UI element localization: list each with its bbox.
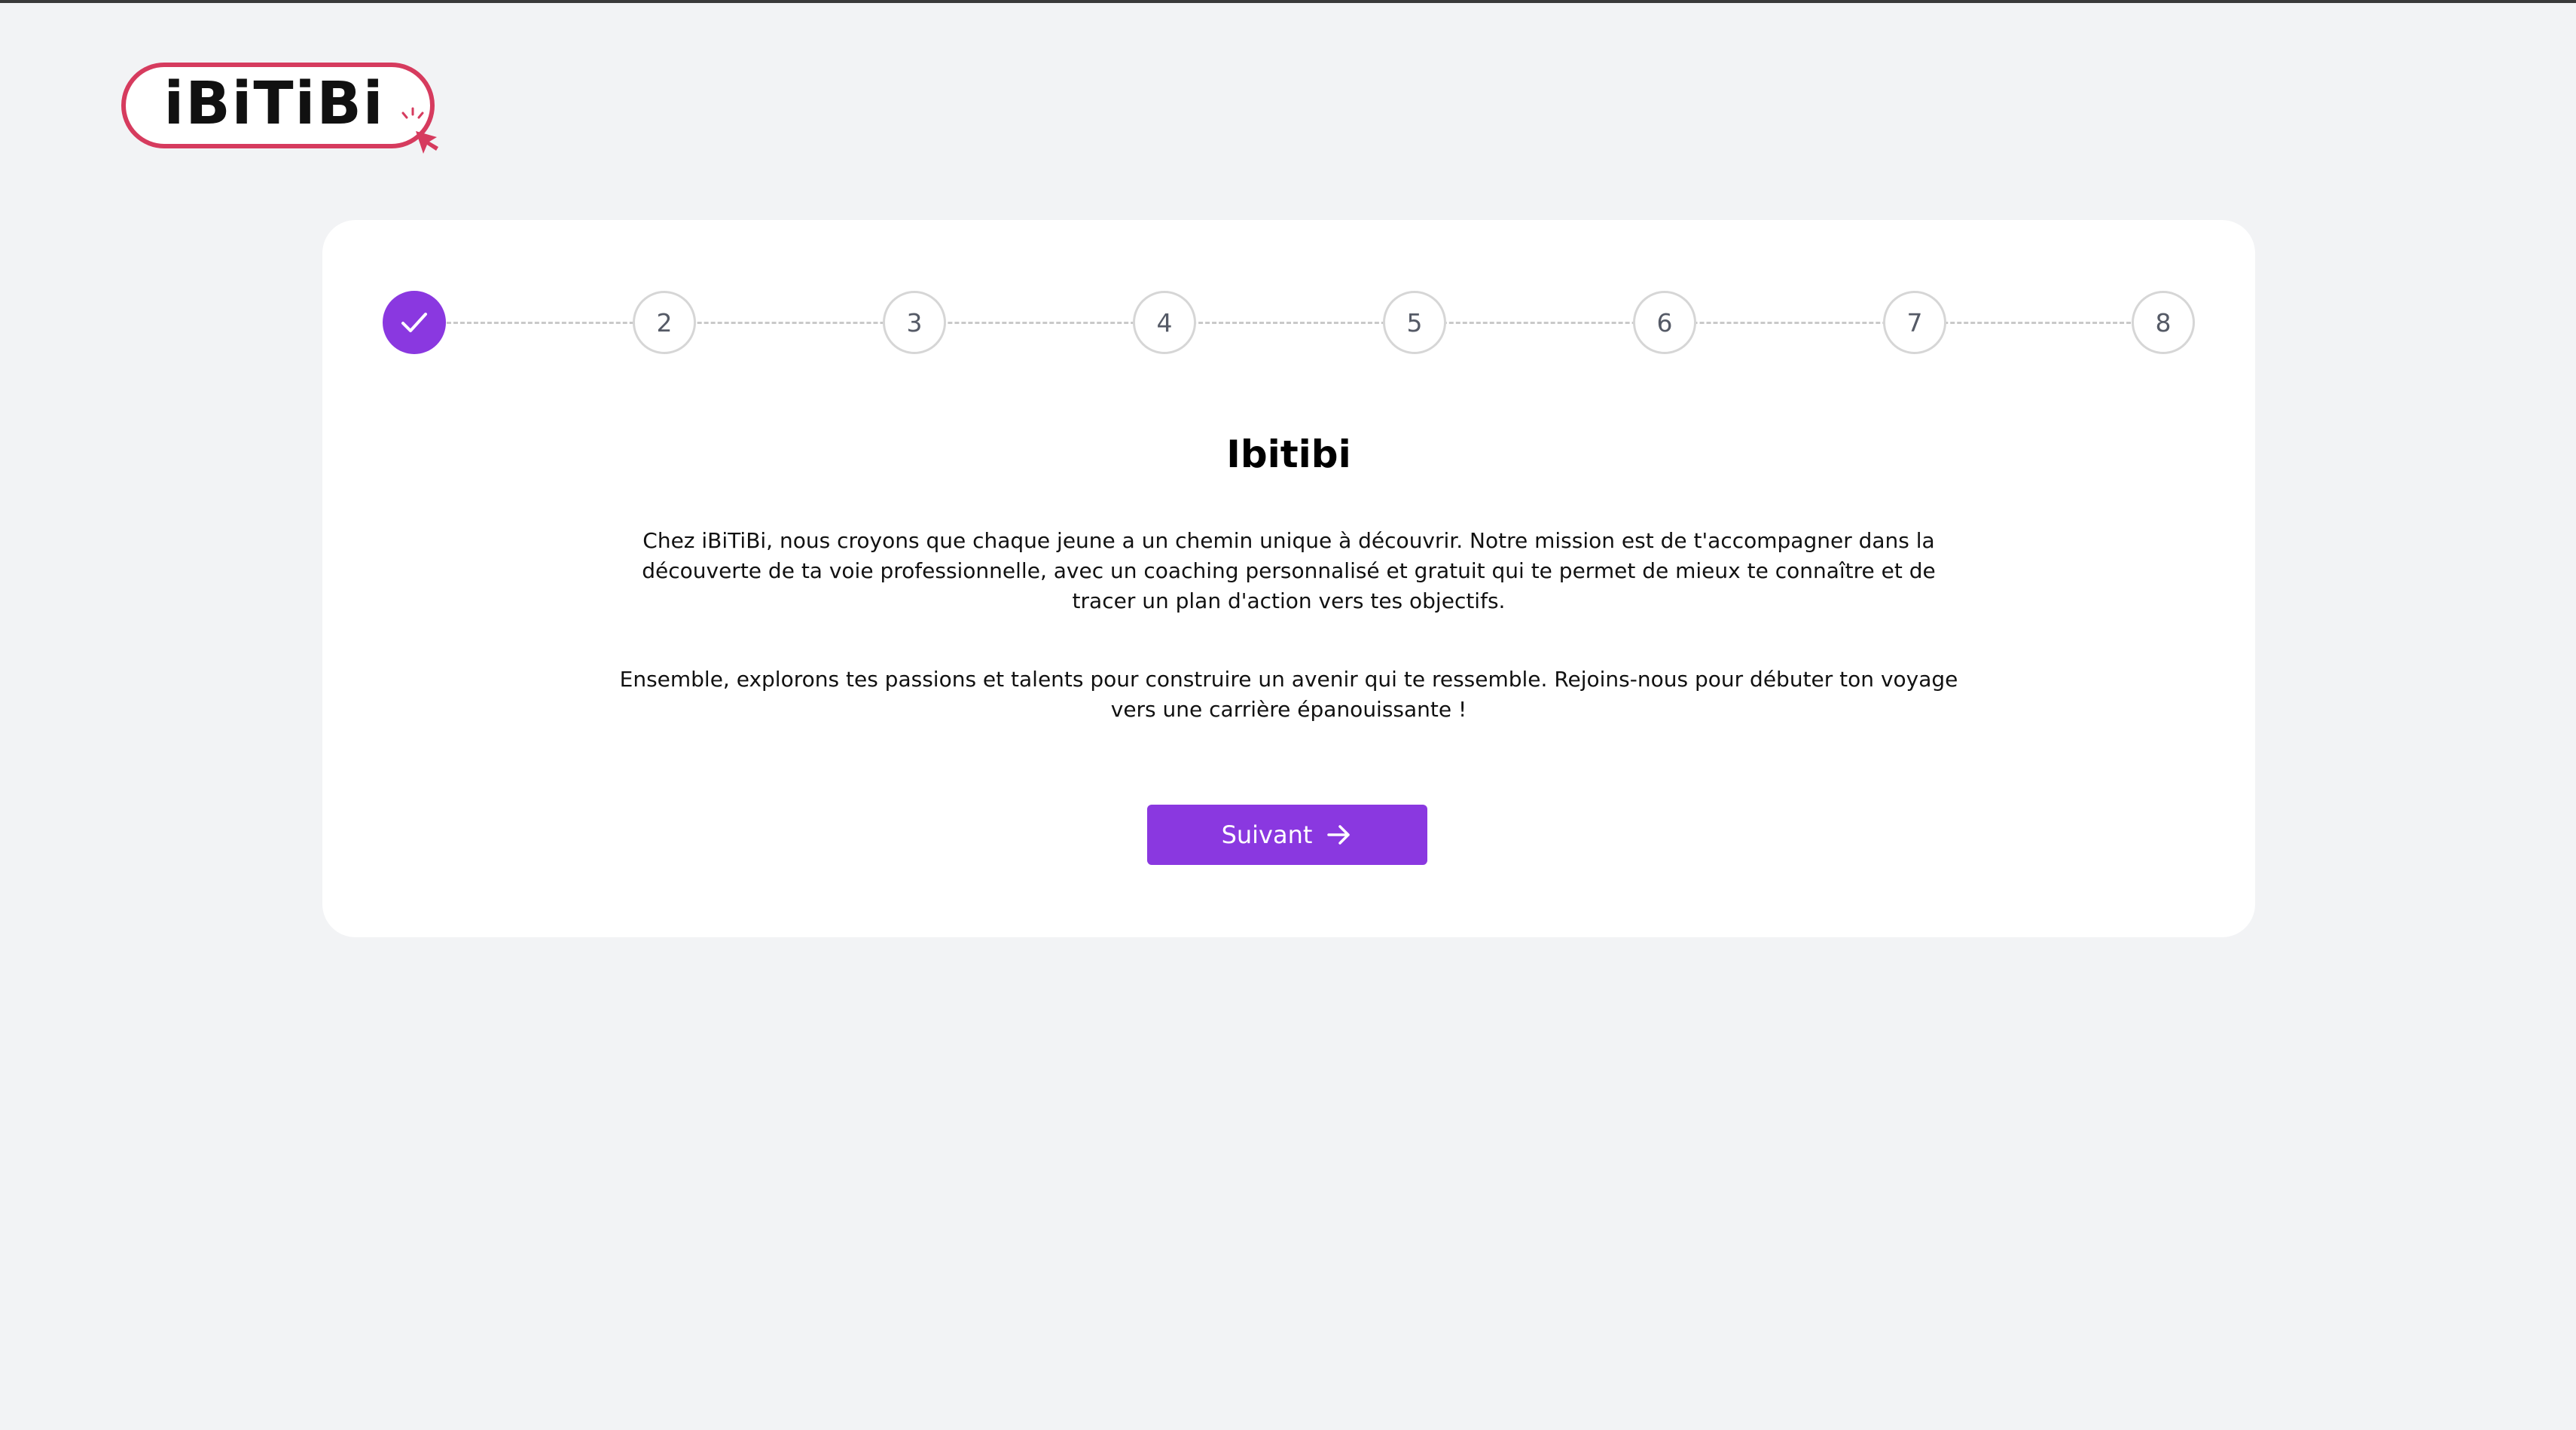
next-button[interactable]: Suivant (1147, 805, 1427, 865)
step-1-completed (383, 291, 446, 354)
ibitibi-logo[interactable]: iBiTiBi (121, 62, 441, 160)
next-button-label: Suivant (1221, 820, 1313, 849)
step-number: 4 (1156, 307, 1173, 338)
step-6: 6 (1633, 291, 1696, 354)
step-7: 7 (1883, 291, 1946, 354)
step-number: 7 (1906, 307, 1923, 338)
invitation-paragraph: Ensemble, explorons tes passions et tale… (619, 667, 1958, 722)
step-4: 4 (1133, 291, 1196, 354)
step-8: 8 (2132, 291, 2195, 354)
progress-stepper: 2 3 4 5 6 7 8 (383, 291, 2195, 354)
check-icon (401, 313, 427, 332)
step-number: 6 (1656, 307, 1673, 338)
step-5: 5 (1383, 291, 1446, 354)
arrow-right-icon (1327, 825, 1351, 845)
step-3: 3 (883, 291, 946, 354)
window-top-border (0, 0, 2576, 3)
page-title: Ibitibi (1226, 432, 1351, 476)
intro-paragraph: Chez iBiTiBi, nous croyons que chaque je… (642, 528, 1936, 613)
step-number: 8 (2155, 307, 2172, 338)
step-number: 2 (656, 307, 673, 338)
step-number: 3 (906, 307, 923, 338)
logo-wordmark: iBiTiBi (163, 70, 384, 138)
step-2: 2 (633, 291, 696, 354)
step-number: 5 (1406, 307, 1423, 338)
onboarding-card: 2 3 4 5 6 7 8 Ibitibi Chez iBiTiBi, nous… (322, 220, 2255, 937)
